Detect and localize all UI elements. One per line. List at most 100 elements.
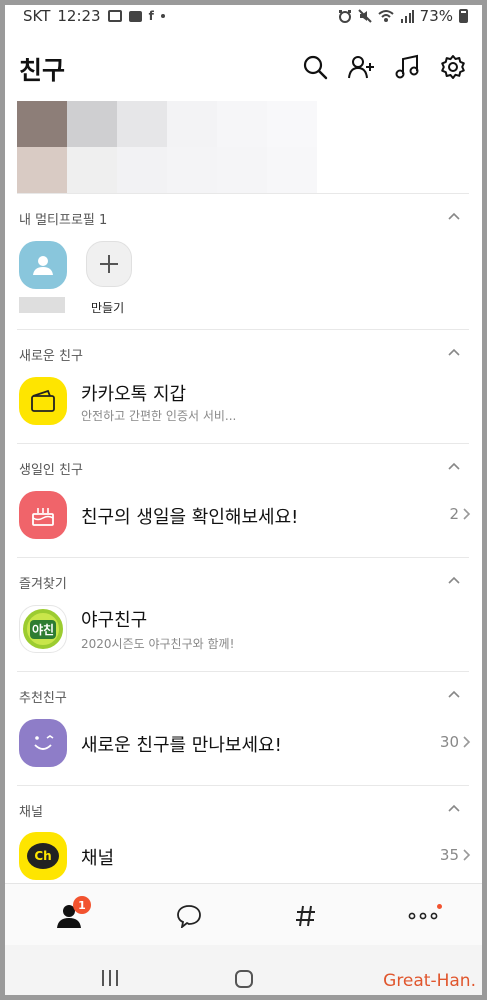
divider [17, 329, 469, 330]
search-icon[interactable] [301, 53, 329, 81]
channel-count: 35 [439, 846, 459, 864]
message-notification-icon [128, 10, 142, 22]
chats-tab[interactable] [171, 898, 207, 934]
birthday-avatar [19, 491, 67, 539]
divider [17, 193, 469, 194]
channel-section-title: 채널 [19, 805, 43, 820]
mosaic-tile [217, 147, 267, 193]
list-item-channel[interactable]: Ch 채널 35 [19, 832, 471, 888]
phone-frame: SKT 12:23 f 73% 친구 내 멀티프로필 1 만들기 새로운 친구 … [0, 0, 487, 1000]
item-subtitle: 2020시즌도 야구친구와 함께! [81, 637, 235, 651]
bottom-tab-bar: 1 [5, 883, 482, 945]
mosaic-tile [117, 101, 167, 147]
my-profile-blurred[interactable] [17, 101, 327, 193]
music-icon[interactable] [393, 53, 421, 81]
channel-logo: Ch [27, 843, 59, 869]
baseball-logo-text: 야친 [29, 619, 57, 639]
chevron-right-icon [463, 508, 471, 520]
carrier-label: SKT [23, 7, 51, 25]
mosaic-tile [267, 147, 317, 193]
create-label: 만들기 [91, 301, 125, 315]
settings-icon[interactable] [439, 53, 467, 81]
collapse-chevron-icon[interactable] [448, 347, 460, 359]
recommended-count: 30 [439, 733, 459, 751]
divider [17, 671, 469, 672]
app-header: 친구 [5, 41, 482, 91]
channel-avatar: Ch [19, 832, 67, 880]
screen: SKT 12:23 f 73% 친구 내 멀티프로필 1 만들기 새로운 친구 … [5, 5, 482, 995]
item-count: 35 [440, 846, 471, 864]
new-dot [437, 904, 442, 909]
signal-icon [400, 10, 414, 23]
more-tab[interactable] [405, 898, 441, 934]
item-name: 채널 [81, 848, 115, 869]
recommended-section-title: 추천친구 [19, 691, 67, 706]
chevron-right-icon [463, 736, 471, 748]
item-name: 새로운 친구를 만나보세요! [81, 735, 282, 756]
birthday-section-title: 생일인 친구 [19, 463, 83, 478]
page-title: 친구 [19, 56, 66, 85]
item-name: 카카오톡 지갑 [81, 384, 187, 405]
status-bar: SKT 12:23 f 73% [5, 5, 482, 27]
alarm-icon [338, 10, 351, 23]
mute-icon [357, 9, 372, 23]
item-count: 30 [440, 733, 471, 751]
more-dots-icon [408, 912, 438, 920]
talk-notification-icon: f [148, 9, 154, 23]
mosaic-tile [117, 147, 167, 193]
multi-profile-section-title: 내 멀티프로필 1 [19, 213, 108, 228]
collapse-chevron-icon[interactable] [448, 689, 460, 701]
divider [17, 443, 469, 444]
collapse-chevron-icon[interactable] [448, 803, 460, 815]
item-count: 2 [449, 505, 471, 523]
item-subtitle: 안전하고 간편한 인증서 서비... [81, 409, 237, 423]
collapse-chevron-icon[interactable] [448, 461, 460, 473]
divider [17, 557, 469, 558]
item-name: 야구친구 [81, 610, 148, 631]
mosaic-tile [167, 101, 217, 147]
plus-icon [100, 255, 118, 273]
list-item-kakao-wallet[interactable]: 카카오톡 지갑 안전하고 간편한 인증서 서비... [19, 377, 471, 433]
baseball-logo: 야친 [23, 609, 63, 649]
wifi-icon [378, 10, 394, 22]
create-multi-profile-button[interactable] [86, 241, 132, 287]
collapse-chevron-icon[interactable] [448, 575, 460, 587]
mosaic-tile [167, 147, 217, 193]
mosaic-tile [17, 101, 67, 147]
divider [17, 785, 469, 786]
collapse-chevron-icon[interactable] [448, 211, 460, 223]
multi-profile-name-blurred [19, 297, 65, 313]
item-name: 친구의 생일을 확인해보세요! [81, 507, 299, 528]
list-item-baseball-friend[interactable]: 야친 야구친구 2020시즌도 야구친구와 함께! [19, 605, 471, 661]
multi-profile-avatar[interactable] [19, 241, 67, 289]
smile-icon [34, 735, 54, 750]
recent-apps-icon[interactable] [100, 969, 120, 987]
gallery-notification-icon [107, 10, 122, 22]
system-navigation-bar: Great-Han. [5, 945, 482, 995]
watermark-text: Great-Han. [383, 971, 476, 991]
wallet-avatar [19, 377, 67, 425]
mosaic-tile [267, 101, 317, 147]
recommended-avatar [19, 719, 67, 767]
more-notifications-icon [160, 14, 165, 18]
add-friend-icon[interactable] [347, 53, 375, 81]
clock: 12:23 [57, 7, 101, 25]
list-item-recommended[interactable]: 새로운 친구를 만나보세요! 30 [19, 719, 471, 775]
chat-bubble-icon [177, 905, 201, 928]
birthday-count: 2 [449, 505, 459, 523]
channel-logo-text: Ch [34, 849, 52, 863]
notification-badge: 1 [73, 896, 91, 914]
mosaic-tile [67, 101, 117, 147]
favorites-section-title: 즐겨찾기 [19, 577, 67, 592]
battery-icon [459, 9, 468, 23]
home-icon[interactable] [234, 969, 254, 989]
hashtag-tab[interactable] [288, 898, 324, 934]
baseball-friend-avatar: 야친 [19, 605, 67, 653]
mosaic-tile [17, 147, 67, 193]
list-item-birthday[interactable]: 친구의 생일을 확인해보세요! 2 [19, 491, 471, 547]
person-icon [33, 256, 53, 275]
status-left: SKT 12:23 f [23, 7, 165, 25]
mosaic-tile [67, 147, 117, 193]
status-right: 73% [338, 7, 468, 25]
cake-icon [32, 508, 54, 526]
